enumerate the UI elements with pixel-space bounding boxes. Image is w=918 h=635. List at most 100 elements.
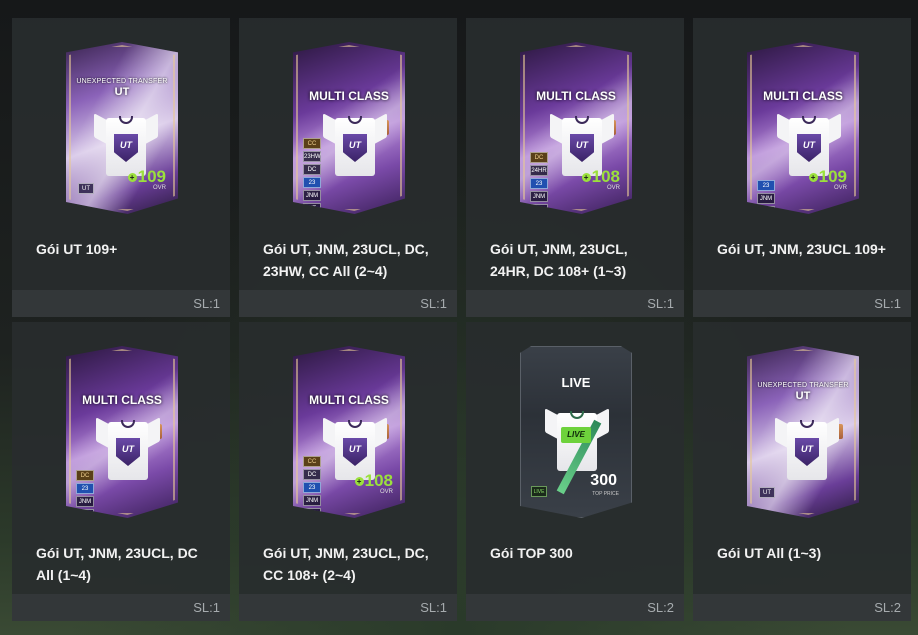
plus-icon: +	[581, 173, 591, 182]
pack-name: Gói UT, JNM, 23UCL, DC, CC 108+ (2~4)	[263, 545, 429, 583]
season-tag: JNM	[76, 496, 94, 507]
pack-tile-multiclass-cc-108[interactable]: MULTI CLASS 4 CC DC 23 JNM UT UT +108 OV…	[239, 322, 457, 621]
ovr-display: +108 OVR	[581, 167, 620, 192]
top-price-value: 300	[590, 472, 617, 489]
season-tag: DC	[76, 470, 94, 481]
pack-tile-ut-109[interactable]: UNEXPECTED TRANSFER UT UT +109 OVR UT Gó…	[12, 18, 230, 317]
card-title: MULTI CLASS	[536, 89, 616, 103]
season-tag: UT	[303, 508, 321, 518]
season-tag-list: CC DC 23 JNM UT	[303, 456, 321, 518]
season-tag-list: DC 24HR 23 JNM UT	[530, 152, 548, 214]
pack-quantity: SL:1	[193, 296, 220, 311]
season-tag-list: 23 JNM UT	[757, 180, 775, 214]
card-title: UT	[795, 390, 811, 402]
pack-tile-top-300[interactable]: LIVE LIVE 300 TOP PRICE LIVE Gói TOP 300…	[466, 322, 684, 621]
pack-tile-ut-all[interactable]: UNEXPECTED TRANSFER UT 3 UT UT Gói UT Al…	[693, 322, 911, 621]
pack-name: Gói UT, JNM, 23UCL, DC, 23HW, CC All (2~…	[263, 241, 429, 279]
card-subtitle: UNEXPECTED TRANSFER	[76, 78, 168, 85]
plus-icon: +	[354, 477, 364, 486]
season-tag: 23	[303, 482, 321, 493]
season-tag-list: DC 23 JNM UT	[76, 470, 94, 518]
season-tag: DC	[530, 152, 548, 163]
season-tag: JNM	[757, 193, 775, 204]
ovr-value: 109	[818, 167, 847, 186]
pack-name: Gói UT, JNM, 23UCL 109+	[717, 241, 886, 257]
plus-icon: +	[808, 173, 818, 182]
ovr-label: OVR	[833, 185, 847, 191]
plus-icon: +	[127, 173, 137, 182]
pack-name: Gói TOP 300	[490, 545, 573, 561]
season-tag-list: CC 23HW DC 23 JNM UT	[303, 138, 321, 214]
pack-tile-multiclass-109[interactable]: MULTI CLASS 23 JNM UT UT +109 OVR Gói UT…	[693, 18, 911, 317]
tile-footer: SL:1	[466, 290, 684, 317]
pack-name: Gói UT, JNM, 23UCL, DC All (1~4)	[36, 545, 198, 583]
pack-name: Gói UT All (1~3)	[717, 545, 822, 561]
season-tag: DC	[303, 469, 321, 480]
ovr-value: 109	[137, 167, 166, 186]
card-title: MULTI CLASS	[309, 393, 389, 407]
pack-card-image: LIVE LIVE 300 TOP PRICE LIVE	[520, 346, 632, 518]
pack-quantity: SL:1	[420, 600, 447, 615]
ovr-display: +109 OVR	[127, 167, 166, 192]
season-tag: CC	[303, 138, 321, 149]
tile-footer: SL:1	[239, 290, 457, 317]
ovr-display: +108 OVR	[354, 471, 393, 496]
pack-quantity: SL:1	[420, 296, 447, 311]
card-title: UT	[114, 86, 130, 98]
pack-quantity: SL:1	[647, 296, 674, 311]
card-title: MULTI CLASS	[763, 89, 843, 103]
season-tag: UT	[78, 183, 94, 194]
season-tag: UT	[530, 204, 548, 214]
card-title: MULTI CLASS	[309, 89, 389, 103]
ovr-label: OVR	[379, 489, 393, 495]
pack-card-image: MULTI CLASS 3 DC 24HR 23 JNM UT UT +108 …	[520, 42, 632, 214]
jersey-icon: UT	[323, 113, 387, 176]
pack-name: Gói UT, JNM, 23UCL, 24HR, DC 108+ (1~3)	[490, 241, 628, 279]
tile-footer: SL:1	[12, 594, 230, 621]
season-tag: 23	[530, 178, 548, 189]
pack-card-image: MULTI CLASS 23 JNM UT UT +109 OVR	[747, 42, 859, 214]
pack-tile-multiclass-108[interactable]: MULTI CLASS 3 DC 24HR 23 JNM UT UT +108 …	[466, 18, 684, 317]
pack-card-image: MULTI CLASS 4 CC DC 23 JNM UT UT +108 OV…	[293, 346, 405, 518]
pack-card-image: UNEXPECTED TRANSFER UT 3 UT UT	[747, 346, 859, 518]
tile-footer: SL:2	[693, 594, 911, 621]
pack-name: Gói UT 109+	[36, 241, 118, 257]
season-tag: DC	[303, 164, 321, 175]
jersey-icon: UT	[775, 417, 839, 480]
season-tag: UT	[76, 509, 94, 518]
jersey-icon: UT	[96, 417, 160, 480]
ovr-value: 108	[591, 167, 620, 186]
tile-footer: SL:2	[466, 594, 684, 621]
pack-quantity: SL:1	[874, 296, 901, 311]
season-tag: JNM	[303, 190, 321, 201]
card-title: LIVE	[561, 375, 591, 390]
season-tag: 23	[303, 177, 321, 188]
season-tag: LIVE	[531, 486, 547, 497]
season-tag: 24HR	[530, 165, 548, 176]
live-badge: LIVE	[561, 427, 591, 443]
pack-quantity: SL:2	[874, 600, 901, 615]
top-price-label: TOP PRICE	[592, 491, 619, 497]
tile-footer: SL:1	[12, 290, 230, 317]
ovr-label: OVR	[606, 185, 620, 191]
tile-footer: SL:1	[693, 290, 911, 317]
season-tag: UT	[757, 206, 775, 214]
season-tag: CC	[303, 456, 321, 467]
pack-card-image: MULTI CLASS 4 CC 23HW DC 23 JNM UT UT	[293, 42, 405, 214]
season-tag: JNM	[303, 495, 321, 506]
season-tag: 23	[76, 483, 94, 494]
ovr-display: +109 OVR	[808, 167, 847, 192]
card-subtitle: UNEXPECTED TRANSFER	[757, 382, 849, 389]
pack-grid: UNEXPECTED TRANSFER UT UT +109 OVR UT Gó…	[12, 18, 911, 621]
ovr-value: 108	[364, 471, 393, 490]
card-title: MULTI CLASS	[82, 393, 162, 407]
season-tag: JNM	[530, 191, 548, 202]
pack-card-image: UNEXPECTED TRANSFER UT UT +109 OVR UT	[66, 42, 178, 214]
pack-tile-multiclass-2-4[interactable]: MULTI CLASS 4 CC 23HW DC 23 JNM UT UT Gó…	[239, 18, 457, 317]
season-tag: UT	[759, 487, 775, 498]
season-tag: 23HW	[303, 151, 321, 162]
pack-card-image: MULTI CLASS 4 DC 23 JNM UT UT	[66, 346, 178, 518]
pack-tile-multiclass-1-4[interactable]: MULTI CLASS 4 DC 23 JNM UT UT Gói UT, JN…	[12, 322, 230, 621]
season-tag: UT	[303, 203, 321, 214]
season-tag: 23	[757, 180, 775, 191]
